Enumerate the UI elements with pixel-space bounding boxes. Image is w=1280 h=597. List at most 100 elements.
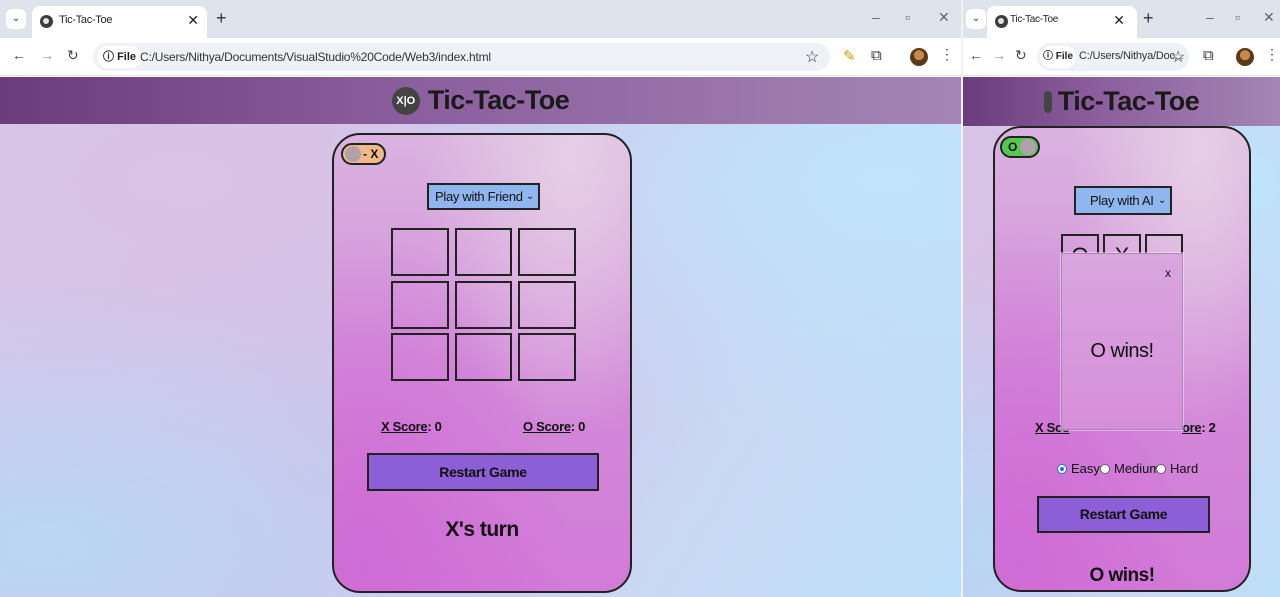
- game-mode-value: Play with AI: [1090, 193, 1154, 208]
- tabs-menu-icon[interactable]: ⌄: [966, 9, 986, 29]
- symbol-toggle[interactable]: O -: [1000, 136, 1040, 158]
- back-arrow-icon[interactable]: ←: [969, 47, 983, 63]
- board-cell-7[interactable]: [391, 333, 449, 381]
- browser-toolbar: ← → ↻ ⓘ File C:/Users/Nithya/Documents/V…: [0, 38, 961, 76]
- o-score: ore: 2: [1182, 420, 1216, 435]
- radio-medium[interactable]: [1100, 463, 1110, 474]
- globe-favicon-icon: [995, 15, 1008, 28]
- reload-icon[interactable]: ↻: [1015, 47, 1027, 64]
- restore-icon[interactable]: ▫: [1235, 9, 1240, 25]
- game-mode-select[interactable]: Play with AI ⌄: [1074, 186, 1172, 215]
- url-text: C:/Users/Nithya/Doc...: [1079, 50, 1184, 62]
- tab-strip: ⌄ Tic-Tac-Toe ✕ + – ▫ ✕: [963, 0, 1280, 38]
- edit-pencil-icon[interactable]: ✎: [843, 47, 856, 65]
- restart-button[interactable]: Restart Game: [1037, 496, 1210, 533]
- url-text: C:/Users/Nithya/Documents/VisualStudio%2…: [140, 50, 491, 64]
- modal-message: O wins!: [1090, 340, 1154, 362]
- site-info-chip[interactable]: ⓘ File: [97, 46, 143, 68]
- game-mode-select[interactable]: Play with Friend ⌄: [427, 183, 540, 210]
- board-cell-1[interactable]: [391, 228, 449, 276]
- minimize-icon[interactable]: –: [872, 9, 880, 25]
- page-header: X|O Tic-Tac-Toe: [0, 77, 961, 124]
- o-score: O Score: 0: [523, 419, 585, 434]
- toggle-label: - X: [363, 147, 379, 161]
- symbol-toggle[interactable]: - X: [341, 143, 386, 165]
- forward-arrow-icon[interactable]: →: [40, 47, 54, 63]
- chevron-down-icon: ⌄: [525, 191, 534, 202]
- site-info-label: File: [117, 51, 137, 63]
- browser-window-left: ⌄ Tic-Tac-Toe ✕ + – ▫ ✕ ← → ↻ ⓘ File C:/…: [0, 0, 961, 597]
- board-cell-2[interactable]: [455, 228, 512, 276]
- page-title: Tic-Tac-Toe: [427, 85, 570, 115]
- new-tab-icon[interactable]: +: [1143, 8, 1154, 29]
- chevron-down-icon: ⌄: [1157, 195, 1166, 206]
- profile-avatar-icon[interactable]: [1236, 48, 1254, 66]
- tic-tac-toe-logo-icon: [1043, 90, 1052, 113]
- restore-icon[interactable]: ▫: [905, 9, 910, 25]
- browser-tab[interactable]: Tic-Tac-Toe ✕: [32, 6, 207, 38]
- tab-strip: ⌄ Tic-Tac-Toe ✕ + – ▫ ✕: [0, 0, 961, 38]
- tab-close-icon[interactable]: ✕: [187, 12, 199, 29]
- board-cell-9[interactable]: [518, 333, 576, 381]
- bookmark-star-icon[interactable]: ☆: [805, 47, 819, 67]
- close-window-icon[interactable]: ✕: [1263, 9, 1275, 26]
- browser-window-right: ⌄ Tic-Tac-Toe ✕ + – ▫ ✕ ← → ↻ ⓘ File C:/…: [963, 0, 1280, 597]
- close-window-icon[interactable]: ✕: [938, 9, 950, 26]
- o-score-value: : 2: [1201, 420, 1216, 435]
- radio-hard[interactable]: [1156, 463, 1166, 474]
- win-modal: x O wins!: [1061, 253, 1183, 430]
- reload-icon[interactable]: ↻: [67, 47, 79, 64]
- x-score-label: X Score: [381, 419, 428, 434]
- tabs-menu-icon[interactable]: ⌄: [6, 9, 26, 29]
- profile-avatar-icon[interactable]: [910, 48, 928, 66]
- page-viewport: Tic-Tac-Toe O - Play with AI ⌄ O X X Sco…: [963, 77, 1280, 597]
- site-info-chip[interactable]: ⓘ File: [1040, 46, 1077, 68]
- toggle-knob: [1020, 139, 1036, 155]
- difficulty-hard-label: Hard: [1170, 461, 1199, 476]
- modal-close-icon[interactable]: x: [1165, 266, 1171, 280]
- address-bar[interactable]: ⓘ File C:/Users/Nithya/Documents/VisualS…: [93, 43, 830, 71]
- o-score-label: O Score: [523, 419, 571, 434]
- game-mode-value: Play with Friend: [435, 189, 523, 204]
- globe-favicon-icon: [40, 15, 53, 28]
- o-score-label: ore: [1182, 420, 1202, 435]
- extensions-icon[interactable]: ⧉: [1203, 47, 1214, 64]
- board-cell-5[interactable]: [455, 281, 512, 329]
- difficulty-easy[interactable]: Easy: [1057, 461, 1100, 476]
- browser-toolbar: ← → ↻ ⓘ File C:/Users/Nithya/Doc... ☆ ⧉ …: [963, 38, 1280, 76]
- bookmark-star-icon[interactable]: ☆: [1171, 47, 1185, 67]
- tab-title: Tic-Tac-Toe: [1010, 14, 1059, 25]
- extensions-icon[interactable]: ⧉: [871, 47, 882, 64]
- game-status: X's turn: [445, 518, 519, 541]
- board-cell-4[interactable]: [391, 281, 449, 329]
- game-status: O wins!: [1089, 565, 1155, 586]
- board-cell-6[interactable]: [518, 281, 576, 329]
- game-card: - X Play with Friend ⌄ X Score: 0 O Scor…: [332, 133, 632, 593]
- difficulty-easy-label: Easy: [1071, 461, 1100, 476]
- tab-close-icon[interactable]: ✕: [1113, 12, 1125, 29]
- forward-arrow-icon[interactable]: →: [992, 47, 1006, 63]
- back-arrow-icon[interactable]: ←: [12, 47, 26, 63]
- board-cell-3[interactable]: [518, 228, 576, 276]
- address-bar[interactable]: ⓘ File C:/Users/Nithya/Doc...: [1037, 43, 1189, 71]
- site-info-label: File: [1055, 51, 1074, 62]
- radio-easy[interactable]: [1057, 463, 1067, 474]
- menu-kebab-icon[interactable]: ⋮: [940, 46, 954, 63]
- x-score-value: : 0: [427, 419, 442, 434]
- difficulty-medium-label: Medium: [1114, 461, 1161, 476]
- menu-kebab-icon[interactable]: ⋮: [1265, 46, 1279, 63]
- page-viewport: X|O Tic-Tac-Toe - X Play with Friend ⌄ X…: [0, 77, 961, 597]
- x-score: X Score: 0: [381, 419, 442, 434]
- new-tab-icon[interactable]: +: [216, 8, 227, 29]
- minimize-icon[interactable]: –: [1206, 9, 1214, 25]
- tab-title: Tic-Tac-Toe: [59, 14, 113, 26]
- tic-tac-toe-logo-icon: X|O: [391, 86, 420, 115]
- difficulty-hard[interactable]: Hard: [1156, 461, 1198, 476]
- difficulty-medium[interactable]: Medium: [1100, 461, 1160, 476]
- browser-tab[interactable]: Tic-Tac-Toe ✕: [987, 6, 1137, 38]
- o-score-value: : 0: [570, 419, 586, 434]
- page-title: Tic-Tac-Toe: [1057, 86, 1200, 116]
- toggle-knob: [345, 146, 361, 162]
- restart-button[interactable]: Restart Game: [367, 453, 599, 491]
- board-cell-8[interactable]: [455, 333, 512, 381]
